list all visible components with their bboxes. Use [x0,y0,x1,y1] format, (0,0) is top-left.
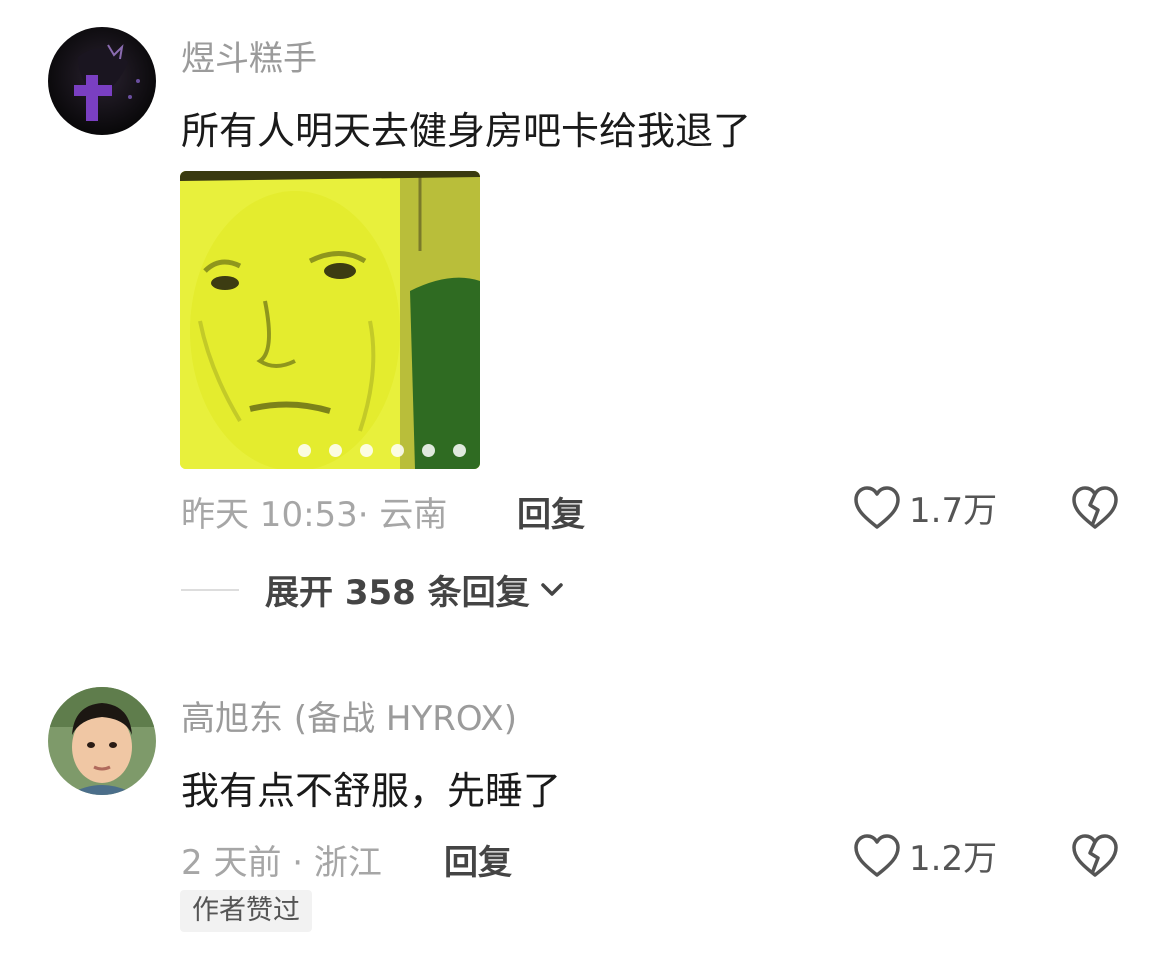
comment-meta: 2 天前 · 浙江 [181,843,382,883]
comment-image[interactable] [180,171,480,469]
dislike-button[interactable] [1071,833,1119,881]
pager-dot[interactable] [391,444,404,457]
heart-outline-icon [854,485,900,529]
broken-heart-icon [1072,834,1118,877]
broken-heart-icon [1072,486,1118,529]
reply-button[interactable]: 回复 [444,835,512,884]
username[interactable]: 煜斗糕手 [181,31,317,80]
username[interactable]: 高旭东 (备战 HYROX) [181,691,517,740]
comment-meta: 昨天 10:53· 云南 [181,495,448,535]
like-button[interactable]: 1.2万 [853,831,997,880]
heart-outline-icon [854,833,900,877]
pager-dot[interactable] [453,444,466,457]
comment-text: 我有点不舒服，先睡了 [181,769,562,813]
like-count: 1.7万 [909,491,998,531]
chevron-down-icon [540,582,563,596]
dislike-button[interactable] [1071,485,1119,533]
reply-button[interactable]: 回复 [517,487,585,536]
avatar[interactable] [48,687,156,795]
expand-replies-button[interactable]: 展开 358 条回复 [181,565,566,614]
image-pager[interactable] [298,444,466,457]
pager-dot[interactable] [422,444,435,457]
like-button[interactable]: 1.7万 [853,483,997,532]
divider-line [181,588,239,591]
pager-dot[interactable] [329,444,342,457]
comment-text: 所有人明天去健身房吧卡给我退了 [181,109,752,153]
avatar[interactable] [48,27,156,135]
expand-replies-label: 展开 358 条回复 [265,573,530,613]
pager-dot[interactable] [360,444,373,457]
author-liked-badge: 作者赞过 [180,890,312,932]
like-count: 1.2万 [909,839,998,879]
pager-dot[interactable] [298,444,311,457]
